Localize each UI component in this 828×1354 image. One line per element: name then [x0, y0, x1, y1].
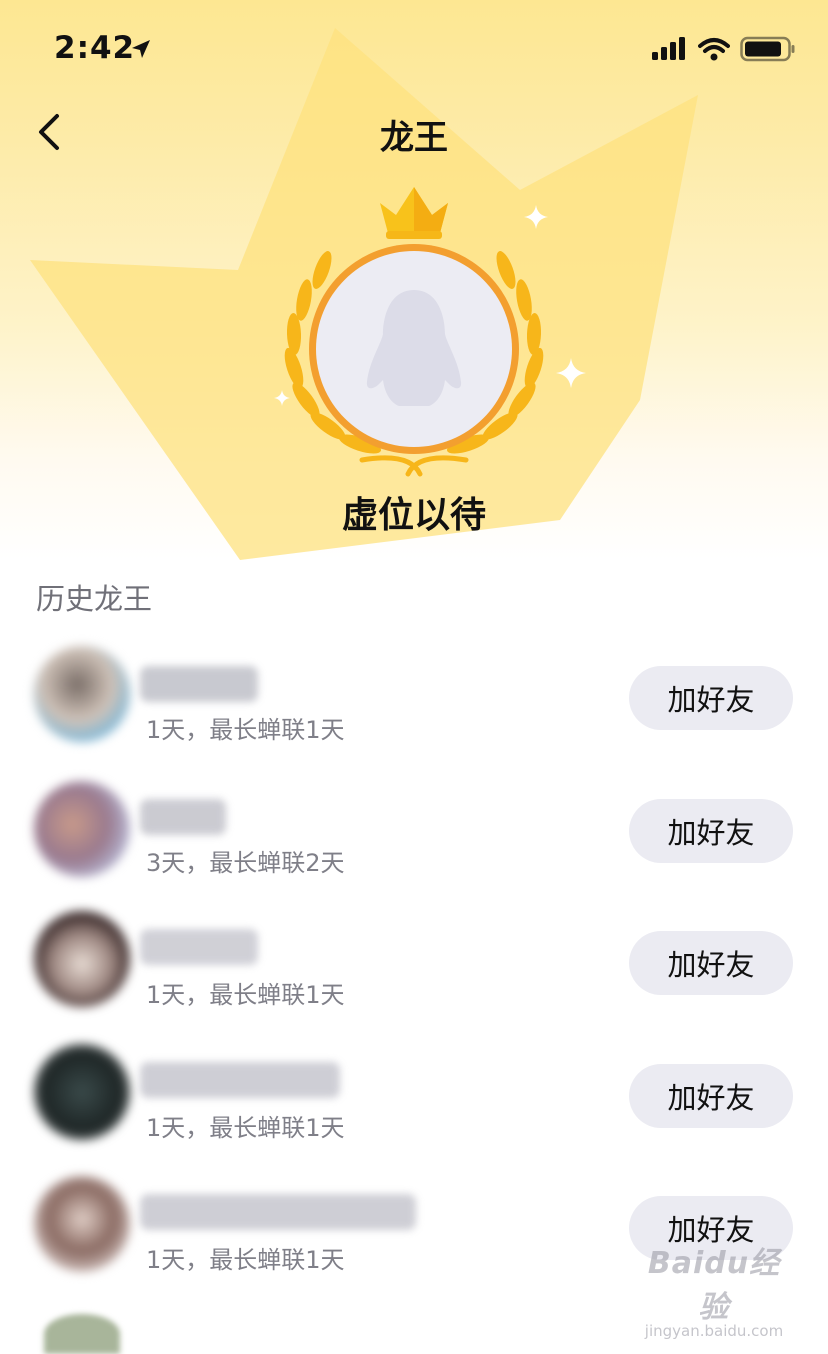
list-item: 1天，最长蝉联1天 加好友 [0, 1030, 828, 1163]
streak-text: 1天，最长蝉联1天 [146, 1113, 345, 1142]
section-title: 历史龙王 [36, 582, 153, 616]
add-friend-button[interactable]: 加好友 [629, 798, 793, 863]
streak-text: 1天，最长蝉联1天 [146, 716, 345, 744]
list-item: 1天，最长蝉联1天 加好友 [0, 1162, 828, 1295]
add-friend-button[interactable]: 加好友 [629, 1196, 793, 1260]
cellular-signal-icon [652, 37, 685, 60]
avatar [34, 911, 130, 1007]
wifi-icon [698, 38, 730, 61]
user-name-blurred [140, 1194, 416, 1230]
avatar [34, 1043, 130, 1140]
avatar [34, 780, 130, 877]
avatar [34, 1176, 130, 1272]
battery-icon [740, 36, 795, 62]
streak-text: 3天，最长蝉联2天 [146, 848, 345, 877]
list-item: 1天，最长蝉联1天 加好友 [0, 632, 828, 765]
streak-text: 1天，最长蝉联1天 [146, 1246, 345, 1274]
avatar [316, 251, 512, 447]
user-name-blurred [140, 929, 258, 965]
history-list: 1天，最长蝉联1天 加好友 3天，最长蝉联2天 加好友 1天，最长蝉联1天 加好… [0, 632, 828, 1295]
add-friend-button[interactable]: 加好友 [629, 931, 793, 995]
avatar [44, 1314, 120, 1354]
user-name-blurred [140, 1061, 340, 1098]
sparkle-icon [556, 358, 586, 388]
user-name-blurred [140, 798, 226, 835]
avatar [34, 646, 130, 742]
add-friend-button[interactable]: 加好友 [629, 666, 793, 730]
winner-avatar-frame [309, 244, 519, 454]
location-arrow-icon [132, 40, 150, 58]
penguin-placeholder-icon [366, 290, 462, 406]
vacant-title: 虚位以待 [341, 495, 486, 536]
user-name-blurred [140, 666, 258, 702]
page-title: 龙王 [380, 118, 448, 158]
list-item: 3天，最长蝉联2天 加好友 [0, 765, 828, 898]
streak-text: 1天，最长蝉联1天 [146, 981, 345, 1009]
list-item: 1天，最长蝉联1天 加好友 [0, 897, 828, 1030]
add-friend-button[interactable]: 加好友 [629, 1063, 793, 1128]
status-time: 2:42 [54, 30, 136, 66]
sparkle-icon [524, 205, 548, 229]
